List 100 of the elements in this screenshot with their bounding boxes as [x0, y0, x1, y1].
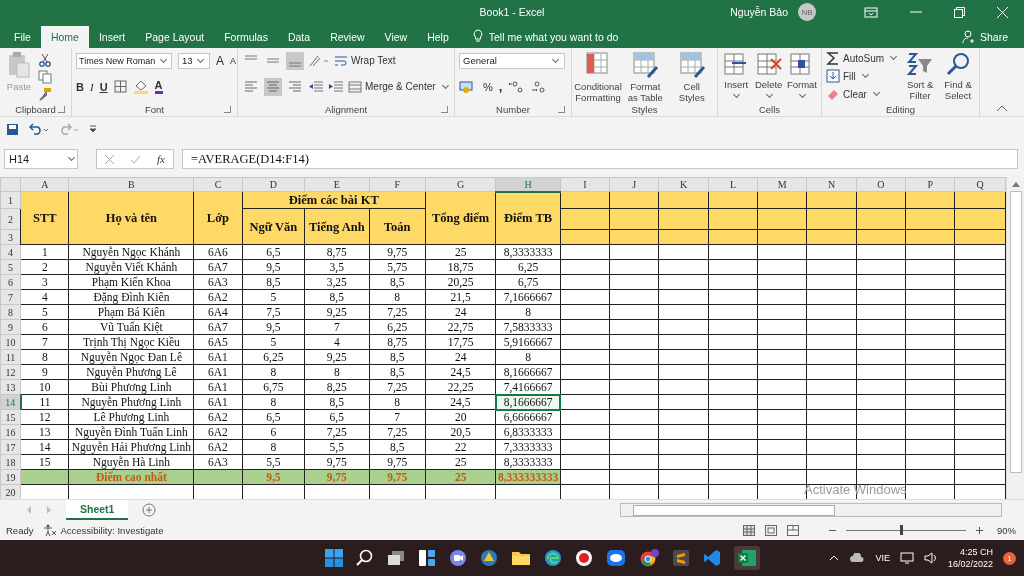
ribbon-tab[interactable]: File: [4, 25, 41, 48]
autosum-button[interactable]: AutoSum: [826, 50, 900, 66]
copy-icon[interactable]: [38, 69, 52, 84]
code-editor-icon[interactable]: [671, 549, 690, 568]
column-header[interactable]: P: [905, 177, 955, 192]
page-layout-icon[interactable]: [765, 524, 777, 536]
user-avatar[interactable]: NB: [798, 3, 816, 21]
task-view-icon[interactable]: [386, 550, 405, 567]
dialog-launcher-icon[interactable]: [224, 106, 231, 114]
cells-button[interactable]: Delete: [754, 50, 783, 100]
ribbon-tab[interactable]: Formulas: [214, 25, 278, 48]
percent-button[interactable]: %: [483, 80, 493, 93]
network-icon[interactable]: [899, 552, 914, 565]
decimal-icon[interactable]: [530, 79, 547, 94]
number-format-field[interactable]: General: [459, 52, 565, 69]
dialog-launcher-icon[interactable]: [58, 106, 65, 114]
browser-icon[interactable]: [543, 549, 562, 568]
collapse-ribbon-icon[interactable]: [996, 105, 1008, 113]
editing-button[interactable]: Find & Select: [941, 50, 975, 101]
bold-button[interactable]: B: [76, 80, 84, 93]
decimal-icon[interactable]: [508, 79, 525, 94]
dialog-launcher-icon[interactable]: [558, 106, 565, 114]
scroll-up-icon[interactable]: [1011, 181, 1020, 188]
column-header[interactable]: N: [806, 177, 857, 192]
column-header[interactable]: F: [369, 177, 426, 192]
chevron-up-icon[interactable]: [829, 555, 840, 562]
widgets-icon[interactable]: [417, 549, 436, 568]
zoom-level[interactable]: 90%: [997, 524, 1016, 536]
ribbon-tab[interactable]: Data: [277, 25, 321, 48]
clock-date[interactable]: 16/02/2022: [947, 558, 993, 571]
column-header[interactable]: M: [757, 177, 807, 192]
chat-icon[interactable]: [448, 549, 467, 568]
column-header[interactable]: K: [658, 177, 709, 192]
clear-button[interactable]: Clear: [826, 86, 900, 102]
comma-button[interactable]: ,: [498, 79, 503, 95]
sheet-tab[interactable]: Sheet1: [66, 500, 129, 521]
column-header[interactable]: A: [20, 177, 69, 192]
ribbon-tab[interactable]: View: [374, 25, 418, 48]
add-sheet-icon[interactable]: [142, 503, 157, 518]
scissors-icon[interactable]: [38, 52, 52, 67]
column-header[interactable]: H: [495, 177, 561, 192]
clock-time[interactable]: 4:25 CH: [959, 546, 993, 559]
ribbon-tab[interactable]: Page Layout: [135, 25, 215, 48]
styles-button[interactable]: Cell Styles: [670, 50, 713, 103]
cells-button[interactable]: Insert: [722, 50, 751, 100]
column-header[interactable]: E: [304, 177, 369, 192]
font-name-field[interactable]: Times New Roman: [76, 52, 172, 69]
ribbon-tab[interactable]: Help: [417, 25, 459, 48]
folder-icon[interactable]: [510, 550, 531, 567]
zoom-in-icon[interactable]: [976, 526, 983, 534]
fill-color-icon[interactable]: [132, 79, 149, 95]
search-icon[interactable]: [355, 549, 374, 568]
customize-icon[interactable]: [89, 125, 97, 134]
increase-font-button[interactable]: A: [216, 53, 224, 68]
speaker-icon[interactable]: [923, 552, 938, 565]
font-size-field[interactable]: 13: [178, 52, 210, 69]
column-header[interactable]: C: [193, 177, 243, 192]
indent-icon[interactable]: [328, 79, 344, 94]
wrap-text-button[interactable]: Wrap Text: [334, 54, 396, 67]
ribbon-tab[interactable]: Review: [320, 25, 375, 48]
cloud-icon[interactable]: [849, 553, 866, 564]
merge-center-button[interactable]: Merge & Center: [348, 80, 451, 93]
language-indicator[interactable]: VIE: [875, 553, 890, 564]
indent-icon[interactable]: [308, 79, 324, 94]
normal-view-icon[interactable]: [743, 524, 755, 536]
page-break-icon[interactable]: [787, 524, 799, 536]
italic-button[interactable]: I: [89, 80, 94, 93]
windows-start-icon[interactable]: [324, 549, 343, 568]
ribbon-display-icon[interactable]: [864, 6, 878, 18]
editing-button[interactable]: Sort & Filter: [903, 50, 938, 101]
chrome-icon[interactable]: [638, 549, 659, 568]
vertical-scrollbar[interactable]: [1006, 177, 1024, 500]
dialog-launcher-icon[interactable]: [441, 106, 448, 114]
fill-button[interactable]: Fill: [826, 68, 900, 84]
decrease-font-button[interactable]: A: [230, 55, 237, 66]
undo-icon[interactable]: [29, 123, 49, 136]
save-icon[interactable]: [6, 122, 19, 136]
styles-button[interactable]: Conditional Formatting: [576, 50, 620, 103]
column-header[interactable]: I: [560, 177, 610, 192]
excel-icon[interactable]: [733, 546, 760, 571]
font-color-button[interactable]: A: [154, 79, 163, 94]
underline-button[interactable]: U: [99, 80, 108, 93]
chat-app-icon[interactable]: [605, 549, 626, 568]
column-header[interactable]: J: [609, 177, 659, 192]
formula-field[interactable]: =AVERAGE(D14:F14): [182, 149, 1018, 170]
vscode-icon[interactable]: [702, 549, 721, 568]
column-header[interactable]: G: [425, 177, 496, 192]
borders-icon[interactable]: [113, 80, 127, 94]
insert-function-button[interactable]: fx: [157, 153, 165, 166]
orientation-icon[interactable]: [308, 53, 330, 68]
styles-button[interactable]: Format as Table: [624, 50, 667, 103]
row-header[interactable]: 2: [0, 208, 21, 230]
ribbon-tab[interactable]: Insert: [88, 25, 136, 48]
horizontal-align-icon[interactable]: [264, 77, 282, 96]
ribbon-tab[interactable]: Home: [40, 25, 89, 48]
close-icon[interactable]: [997, 6, 1008, 18]
column-header[interactable]: B: [68, 177, 194, 192]
horizontal-scrollbar[interactable]: [620, 503, 1002, 518]
app-icon[interactable]: [479, 549, 498, 568]
name-box[interactable]: H14: [4, 149, 78, 170]
